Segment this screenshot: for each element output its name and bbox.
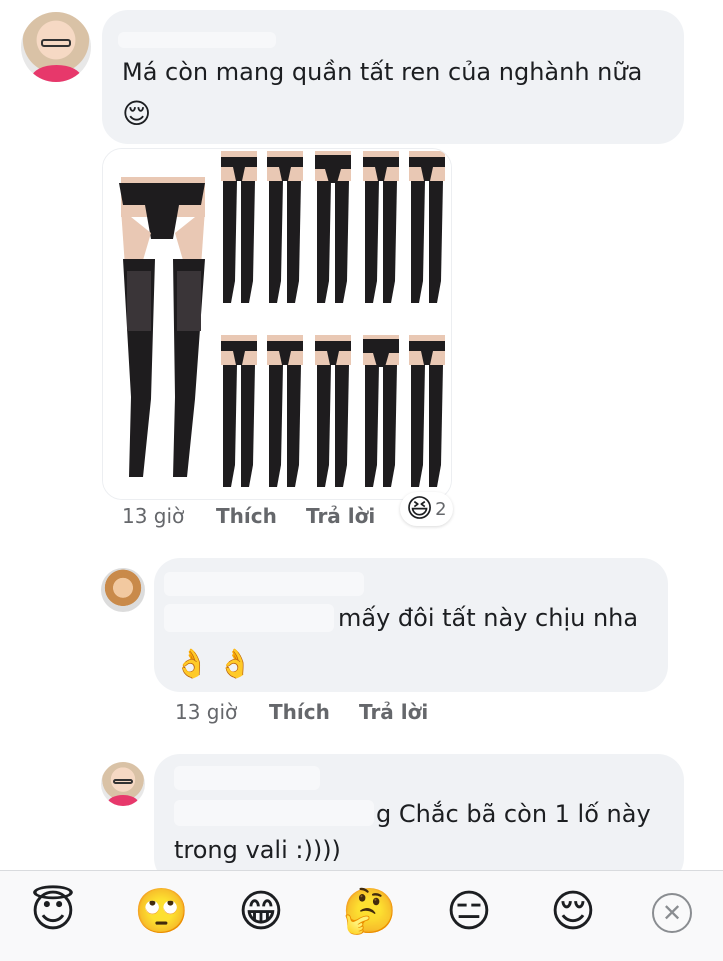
comment-text: Má còn mang quần tất ren của nghành nữa [122, 58, 643, 86]
reply-link[interactable]: Trả lời [306, 504, 375, 528]
glasses-shape [40, 38, 72, 47]
like-link[interactable]: Thích [216, 504, 277, 528]
comment-time: 13 giờ [175, 700, 238, 724]
shirt-shape [31, 64, 81, 82]
avatar-commenter-1[interactable] [21, 12, 91, 82]
close-icon: ✕ [661, 899, 683, 927]
comment-bubble-2[interactable]: mấy đôi tất này chịu nha 👌 👌 [154, 558, 668, 692]
glasses-shape [113, 778, 133, 784]
redacted-text [164, 604, 334, 632]
comment-text-line-1: g Chắc bã còn 1 lố này [376, 800, 651, 828]
close-emoji-tray-button[interactable]: ✕ [652, 893, 692, 933]
face-with-rolling-eyes-icon[interactable]: 🙄 [134, 885, 189, 939]
grinning-face-icon[interactable]: 😁 [238, 885, 284, 939]
relieved-face-icon: 😌 [122, 97, 152, 130]
avatar-commenter-3[interactable] [101, 762, 145, 806]
redacted-text [174, 800, 374, 826]
thinking-face-icon[interactable]: 🤔 [342, 885, 397, 939]
comment-bubble-3[interactable]: g Chắc bã còn 1 lố này trong vali :)))) [154, 754, 684, 884]
reaction-count: 2 [435, 498, 447, 520]
emoji-tray: 😇 🙄 😁 🤔 😑 😌 [0, 870, 723, 961]
redacted-name [174, 766, 320, 790]
comment-time: 13 giờ [122, 504, 185, 528]
stockings-photo[interactable] [102, 148, 452, 500]
ok-hand-icon: 👌 👌 [174, 647, 253, 680]
like-link[interactable]: Thích [269, 700, 330, 724]
stockings-image [103, 149, 451, 499]
expressionless-face-icon[interactable]: 😑 [446, 885, 492, 939]
reaction-summary[interactable]: 😆 2 [400, 492, 453, 526]
laughing-face-icon: 😆 [406, 494, 434, 524]
avatar-commenter-2[interactable] [101, 568, 145, 612]
comment-text-line-2: trong vali :)))) [174, 836, 341, 864]
redacted-name [164, 572, 364, 596]
comment-bubble-1[interactable]: Má còn mang quần tất ren của nghành nữa … [102, 10, 684, 144]
redacted-name [118, 32, 276, 48]
smiling-face-with-halo-icon[interactable]: 😇 [30, 885, 76, 939]
relieved-face-icon[interactable]: 😌 [550, 885, 596, 939]
reply-link[interactable]: Trả lời [359, 700, 428, 724]
shirt-shape [107, 795, 139, 806]
comment-text: mấy đôi tất này chịu nha [338, 604, 639, 632]
